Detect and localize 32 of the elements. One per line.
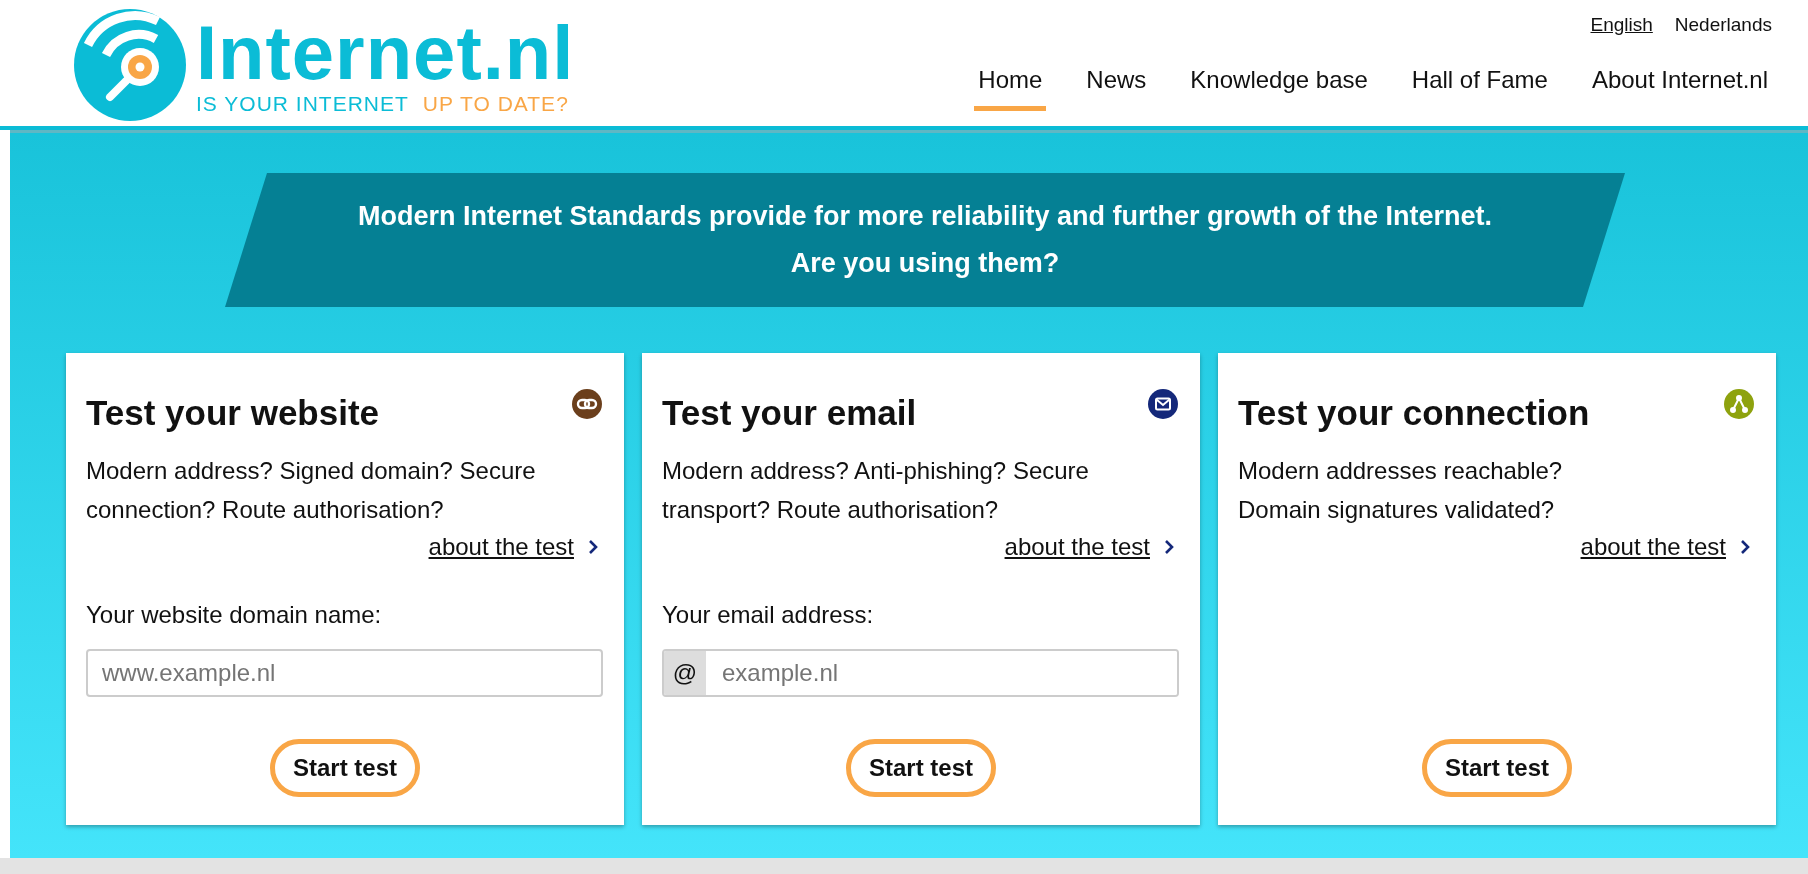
start-test-button[interactable]: Start test bbox=[1422, 739, 1572, 797]
domain-field[interactable]: www.example.nl bbox=[86, 649, 603, 697]
about-link[interactable]: about the test bbox=[428, 533, 574, 561]
logo-wordmark: Internet.nl bbox=[196, 14, 575, 92]
nav-link[interactable]: Hall of Fame bbox=[1407, 66, 1552, 111]
card-title: Test your connection bbox=[1238, 393, 1590, 433]
tagline-highlight: UP TO DATE? bbox=[422, 92, 569, 116]
chevron-icon bbox=[588, 539, 598, 555]
nav-link[interactable]: Home bbox=[974, 66, 1047, 111]
start-test-button[interactable]: Start test bbox=[270, 739, 420, 797]
card-title: Test your email bbox=[662, 393, 917, 433]
banner-text: Modern Internet Standards provide for more reliability and further growth of the Internet. bbox=[357, 201, 1493, 232]
nav-link[interactable]: News bbox=[1082, 66, 1151, 111]
nav-link[interactable]: Knowledge base bbox=[1186, 66, 1372, 111]
field-label: Your website domain name: bbox=[86, 601, 383, 629]
chevron-icon bbox=[1740, 539, 1750, 555]
about-link[interactable]: about the test bbox=[1580, 533, 1726, 561]
at-prefix: @ bbox=[664, 651, 706, 695]
card-description: Modern address? Anti-phishing? Secure transport? Route authorisation? bbox=[662, 456, 1090, 525]
chevron-icon bbox=[1164, 539, 1174, 555]
card-title: Test your website bbox=[86, 393, 380, 433]
card-description: Modern address? Signed domain? Secure connection? Route authorisation? bbox=[86, 456, 537, 525]
nav-link[interactable]: About Internet.nl bbox=[1587, 66, 1772, 111]
card-description: Modern addresses reachable? Domain signatures validated? bbox=[1238, 456, 1564, 525]
field-label: Your email address: bbox=[662, 601, 875, 629]
email-field[interactable]: @ example.nl bbox=[662, 649, 1179, 697]
start-test-button[interactable]: Start test bbox=[846, 739, 996, 797]
tagline: IS YOUR INTERNET bbox=[196, 92, 409, 116]
about-link[interactable]: about the test bbox=[1004, 533, 1150, 561]
language-link[interactable]: English bbox=[1590, 14, 1653, 36]
language-link[interactable]: Nederlands bbox=[1674, 14, 1772, 36]
banner-question: Are you using them? bbox=[790, 248, 1060, 279]
